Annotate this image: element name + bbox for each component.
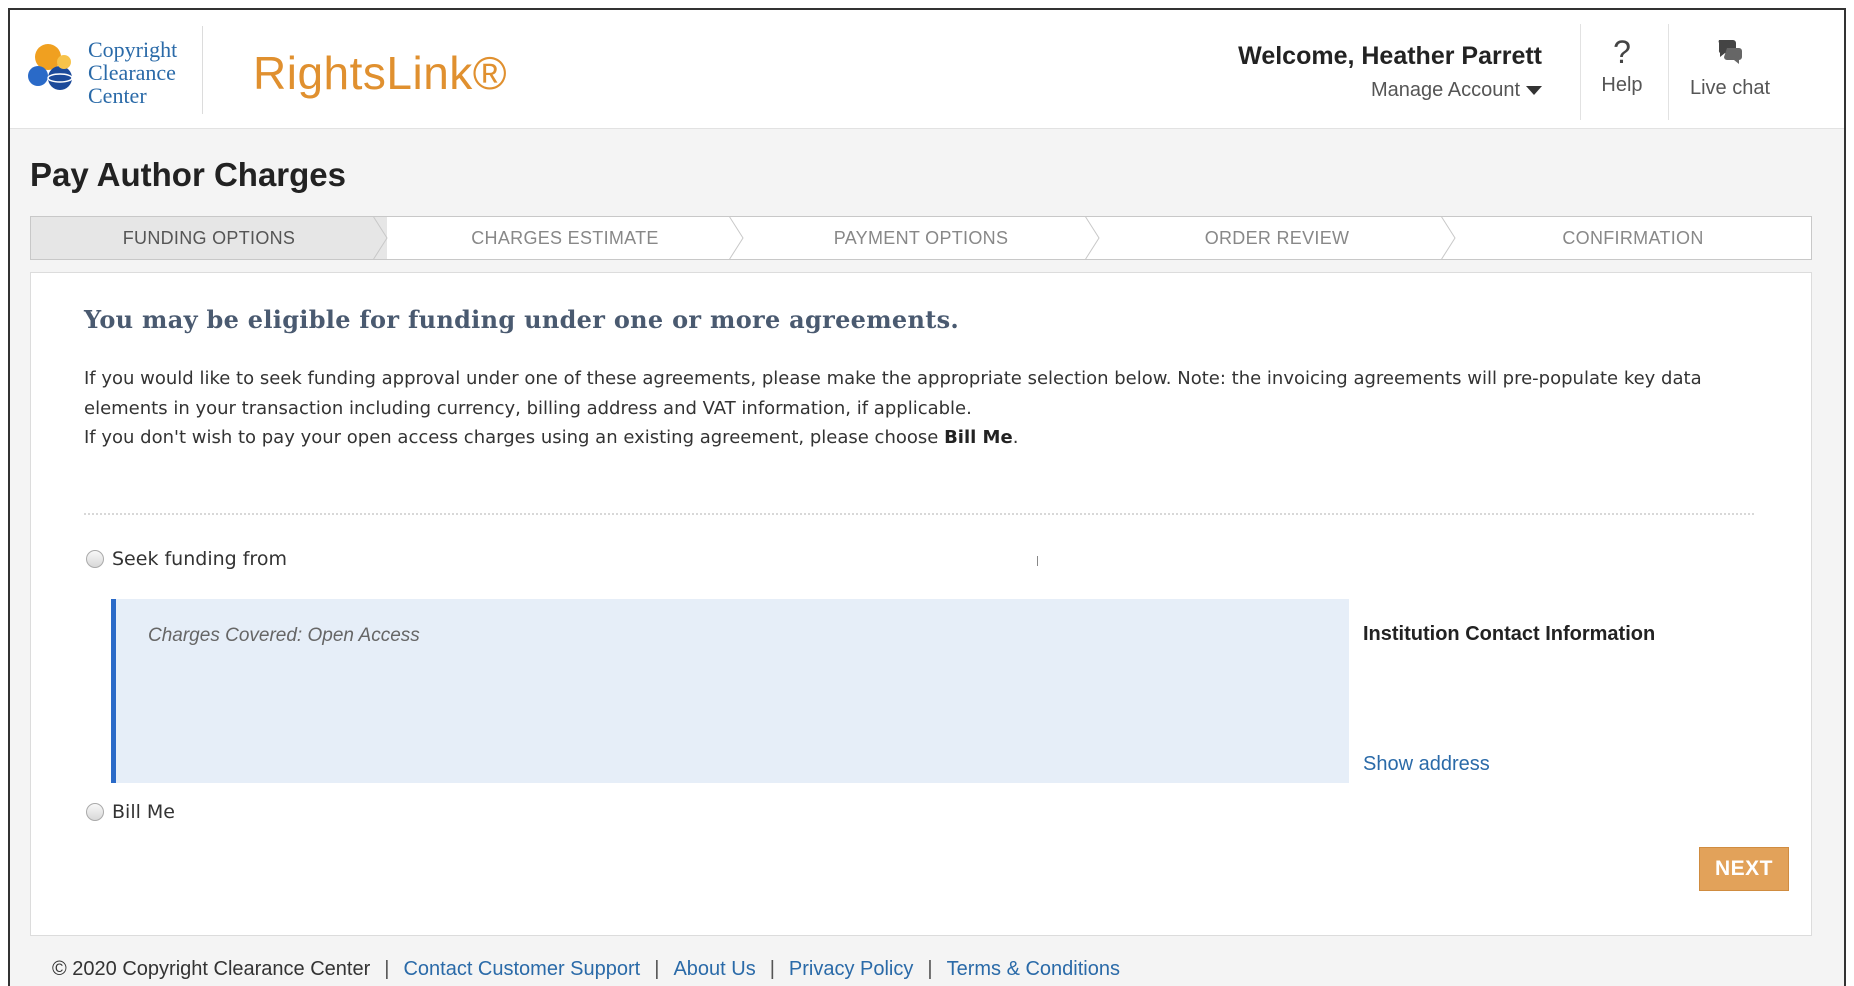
show-address-link[interactable]: Show address: [1363, 753, 1490, 776]
account-menu: Welcome, Heather Parrett Manage Account: [1238, 42, 1542, 102]
rightslink-brand[interactable]: RightsLink®: [253, 46, 507, 100]
step-chevron: [373, 216, 388, 260]
seek-funding-radio[interactable]: [86, 550, 104, 568]
help-label: Help: [1601, 74, 1643, 96]
seek-funding-option[interactable]: Seek funding from: [86, 548, 287, 570]
step-label: PAYMENT OPTIONS: [833, 227, 1009, 248]
funding-heading: You may be eligible for funding under on…: [84, 305, 960, 334]
logo-line: Center: [88, 83, 147, 108]
chat-bubbles-icon: [1718, 40, 1742, 64]
bill-me-radio[interactable]: [86, 803, 104, 821]
section-divider: [84, 513, 1754, 515]
header-divider: [1668, 24, 1669, 120]
step-payment-options: PAYMENT OPTIONS: [743, 216, 1100, 260]
step-funding-options: FUNDING OPTIONS: [31, 216, 388, 260]
bill-me-label: Bill Me: [112, 801, 175, 823]
ccc-logo-icon: [28, 44, 73, 90]
step-chevron: [1441, 216, 1456, 260]
bill-me-instructions-end: .: [1012, 427, 1019, 448]
footer-separator: |: [384, 958, 390, 980]
live-chat-label: Live chat: [1689, 77, 1771, 99]
checkout-steps: FUNDING OPTIONS CHARGES ESTIMATE PAYMENT…: [30, 216, 1812, 260]
manage-account-dropdown[interactable]: Manage Account: [1371, 79, 1542, 102]
page-footer: © 2020 Copyright Clearance Center | Cont…: [52, 958, 1120, 981]
browser-frame: Copyright Clearance Center RightsLink® W…: [8, 8, 1846, 986]
top-header: Copyright Clearance Center RightsLink® W…: [10, 10, 1844, 129]
logo-divider: [202, 26, 203, 114]
charges-covered-text: Charges Covered: Open Access: [148, 625, 420, 646]
footer-link-contact-support[interactable]: Contact Customer Support: [403, 958, 640, 981]
manage-account-label: Manage Account: [1371, 79, 1520, 101]
seek-funding-label: Seek funding from: [112, 548, 287, 570]
text-cursor: [1037, 556, 1038, 566]
step-label: ORDER REVIEW: [1204, 227, 1350, 248]
footer-link-about-us[interactable]: About Us: [673, 958, 755, 981]
bill-me-option[interactable]: Bill Me: [86, 801, 175, 823]
next-button[interactable]: NEXT: [1699, 847, 1789, 891]
bill-me-emphasis: Bill Me: [944, 427, 1013, 448]
step-label: CHARGES ESTIMATE: [471, 227, 659, 248]
funding-instructions: If you would like to seek funding approv…: [84, 368, 1702, 419]
step-order-review: ORDER REVIEW: [1099, 216, 1456, 260]
bill-me-instructions-text: If you don't wish to pay your open acces…: [84, 427, 945, 448]
header-divider: [1580, 24, 1581, 120]
page-title: Pay Author Charges: [30, 156, 347, 193]
live-chat-button[interactable]: Live chat: [1670, 36, 1790, 100]
agreement-details-box: Charges Covered: Open Access: [111, 599, 1349, 783]
footer-separator: |: [927, 958, 933, 980]
step-confirmation: CONFIRMATION: [1455, 217, 1811, 259]
logo-line: Copyright: [88, 37, 178, 62]
step-chevron: [729, 216, 744, 260]
help-button[interactable]: ? Help: [1582, 36, 1662, 97]
footer-link-privacy-policy[interactable]: Privacy Policy: [789, 958, 913, 981]
question-icon: ?: [1613, 34, 1631, 70]
ccc-logo[interactable]: Copyright Clearance Center: [26, 24, 194, 120]
step-chevron: [1085, 216, 1100, 260]
footer-separator: |: [769, 958, 775, 980]
welcome-text: Welcome, Heather Parrett: [1238, 42, 1542, 70]
logo-line: Clearance: [88, 60, 176, 85]
caret-down-icon: [1526, 86, 1542, 95]
step-charges-estimate: CHARGES ESTIMATE: [387, 216, 744, 260]
ccc-logo-text: Copyright Clearance Center: [88, 38, 177, 107]
institution-contact-title: Institution Contact Information: [1363, 623, 1656, 645]
step-label: CONFIRMATION: [1562, 227, 1704, 248]
footer-copyright: © 2020 Copyright Clearance Center: [52, 958, 371, 980]
footer-separator: |: [654, 958, 660, 980]
footer-link-terms[interactable]: Terms & Conditions: [947, 958, 1120, 981]
funding-options-panel: You may be eligible for funding under on…: [30, 272, 1812, 936]
bill-me-instructions: If you don't wish to pay your open acces…: [84, 423, 1744, 453]
step-label: FUNDING OPTIONS: [122, 227, 296, 248]
